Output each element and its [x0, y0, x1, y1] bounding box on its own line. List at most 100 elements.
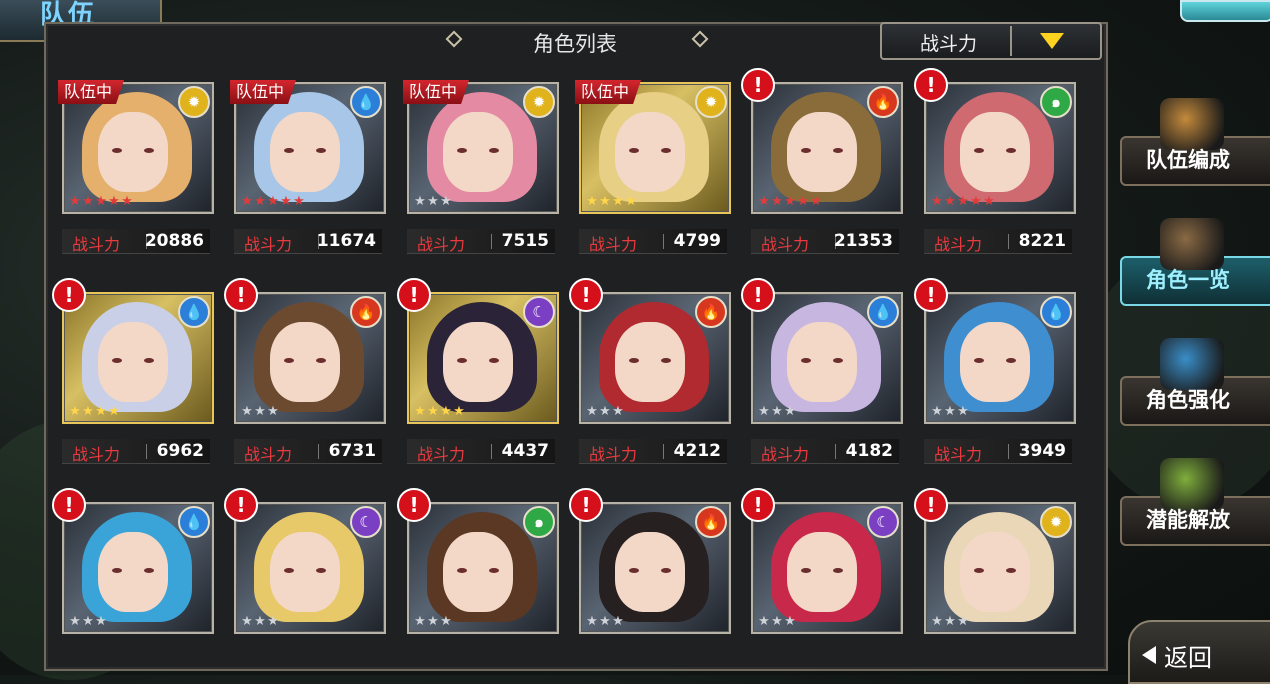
character-card[interactable]: ★ ★ ★ ★ ★ ๑!	[914, 68, 1076, 214]
star-icon: ★	[241, 404, 253, 419]
side-menu-item[interactable]: 潜能解放	[1120, 458, 1270, 546]
sort-dropdown[interactable]: 战斗力	[880, 22, 1102, 60]
star-icon: ★	[625, 194, 637, 209]
power-value: 6731	[328, 441, 376, 461]
character-card[interactable]: ★ ★ ★ 💧!	[914, 278, 1076, 424]
power-value: 11674	[316, 231, 376, 251]
dark-element-icon: ☾	[867, 506, 899, 538]
power-value: 6962	[156, 441, 204, 461]
alert-icon: !	[741, 278, 775, 312]
divider	[1010, 26, 1012, 56]
star-icon: ★	[254, 194, 266, 209]
alert-icon: !	[224, 488, 258, 522]
eye	[457, 148, 467, 153]
divider	[663, 444, 664, 459]
eye	[629, 148, 639, 153]
character-card[interactable]: ★ ★ ★ ★ ☾!	[397, 278, 559, 424]
character-face	[443, 112, 513, 192]
eye	[661, 148, 671, 153]
eye	[112, 358, 122, 363]
star-icon: ★	[944, 404, 956, 419]
eye	[801, 148, 811, 153]
star-icon: ★	[427, 614, 439, 629]
star-icon: ★	[108, 194, 120, 209]
star-icon: ★	[267, 614, 279, 629]
character-face	[615, 322, 685, 402]
character-card[interactable]: ★ ★ ★ 🔥!	[569, 488, 731, 634]
character-card[interactable]: ★ ★ ★ 💧!	[52, 488, 214, 634]
wind-element-icon: ๑	[1040, 86, 1072, 118]
light-element-icon: ✹	[1040, 506, 1072, 538]
eye	[316, 358, 326, 363]
character-card[interactable]: ★ ★ ★ ☾!	[741, 488, 903, 634]
character-card[interactable]: ★ ★ ★ ★ ✹ 队伍中	[575, 80, 731, 214]
dark-element-icon: ☾	[523, 296, 555, 328]
eye	[833, 358, 843, 363]
star-icon: ★	[784, 614, 796, 629]
power-row: 战斗力 11674	[234, 229, 382, 254]
star-icon: ★	[254, 404, 266, 419]
eye	[833, 148, 843, 153]
star-icon: ★	[82, 404, 94, 419]
side-menu-item[interactable]: 角色强化	[1120, 338, 1270, 426]
divider	[835, 444, 836, 459]
star-icon: ★	[69, 404, 81, 419]
power-row: 战斗力 4212	[579, 439, 727, 464]
triangle-down-icon[interactable]	[1040, 33, 1064, 49]
character-card[interactable]: ★ ★ ★ ☾!	[224, 488, 386, 634]
character-card[interactable]: ★ ★ ★ ★ 💧!	[52, 278, 214, 424]
divider	[491, 444, 492, 459]
character-face	[443, 532, 513, 612]
eye	[974, 568, 984, 573]
rarity-stars: ★ ★ ★ ★ ★	[68, 195, 133, 209]
side-menu-item[interactable]: 角色一览	[1120, 218, 1270, 306]
character-card[interactable]: ★ ★ ★ ★ ★ ✹ 队伍中	[58, 80, 214, 214]
rarity-stars: ★ ★ ★ ★	[68, 405, 120, 419]
home-button[interactable]	[1180, 0, 1270, 22]
character-card[interactable]: ★ ★ ★ 🔥!	[569, 278, 731, 424]
star-icon: ★	[414, 614, 426, 629]
star-icon: ★	[267, 194, 279, 209]
character-card[interactable]: ★ ★ ★ ๑!	[397, 488, 559, 634]
back-button[interactable]: 返回	[1128, 620, 1270, 684]
character-card[interactable]: ★ ★ ★ ✹!	[914, 488, 1076, 634]
dark-element-icon: ☾	[350, 506, 382, 538]
side-menu-item[interactable]: 队伍编成	[1120, 98, 1270, 186]
alert-icon: !	[397, 278, 431, 312]
star-icon: ★	[453, 404, 465, 419]
wind-element-icon: ๑	[523, 506, 555, 538]
character-card[interactable]: ★ ★ ★ 🔥!	[224, 278, 386, 424]
eye	[316, 148, 326, 153]
star-icon: ★	[108, 404, 120, 419]
rarity-stars: ★ ★ ★	[930, 405, 969, 419]
divider	[663, 234, 664, 249]
rarity-stars: ★ ★ ★ ★	[585, 195, 637, 209]
character-card[interactable]: ★ ★ ★ ✹ 队伍中	[403, 80, 559, 214]
eye	[629, 568, 639, 573]
team-portraits-icon	[1160, 98, 1224, 150]
character-card[interactable]: ★ ★ ★ ★ ★ 💧 队伍中	[230, 80, 386, 214]
eye	[833, 568, 843, 573]
character-face	[787, 112, 857, 192]
power-row: 战斗力 7515	[407, 229, 555, 254]
fire-element-icon: 🔥	[695, 296, 727, 328]
alert-icon: !	[52, 278, 86, 312]
alert-icon: !	[914, 68, 948, 102]
star-icon: ★	[82, 194, 94, 209]
rarity-stars: ★ ★ ★	[585, 405, 624, 419]
character-card[interactable]: ★ ★ ★ 💧!	[741, 278, 903, 424]
star-icon: ★	[427, 194, 439, 209]
star-icon: ★	[944, 194, 956, 209]
star-icon: ★	[586, 614, 598, 629]
side-menu-item-label: 角色强化	[1146, 388, 1230, 412]
star-icon: ★	[612, 194, 624, 209]
divider	[1008, 444, 1009, 459]
power-value: 7515	[501, 231, 549, 251]
alert-icon: !	[914, 488, 948, 522]
power-row: 战斗力 4437	[407, 439, 555, 464]
star-icon: ★	[612, 404, 624, 419]
star-icon: ★	[931, 194, 943, 209]
power-label: 战斗力	[244, 235, 293, 254]
fire-element-icon: 🔥	[695, 506, 727, 538]
character-card[interactable]: ★ ★ ★ ★ ★ 🔥!	[741, 68, 903, 214]
